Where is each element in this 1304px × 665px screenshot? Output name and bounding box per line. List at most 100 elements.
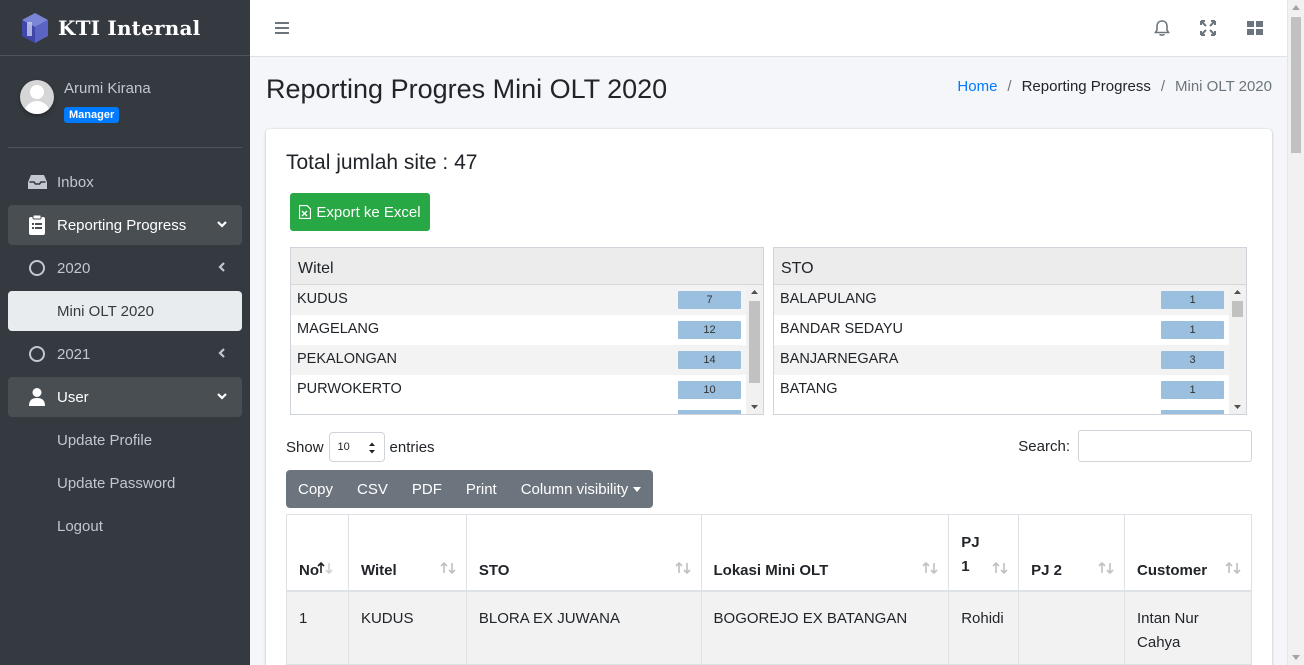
sidebar-item-mini-olt-2020[interactable]: Mini OLT 2020 [8, 291, 242, 331]
column-header-sto[interactable]: STO [465, 514, 702, 592]
sidebar-item-update-password[interactable]: Update Password [8, 463, 242, 503]
chevron-left-icon [218, 348, 225, 358]
table-row[interactable]: 1 KUDUS BLORA EX JUWANA BOGOREJO EX BATA… [286, 590, 1252, 665]
page-scrollbar[interactable] [1287, 0, 1304, 665]
column-label: Witel [360, 561, 397, 579]
sidebar: KTI Internal Arumi Kirana Manager Inbox … [0, 0, 250, 665]
copy-button[interactable]: Copy [286, 470, 345, 508]
sort-icon [674, 561, 691, 574]
sidebar-item-update-profile[interactable]: Update Profile [8, 420, 242, 460]
cell-witel: KUDUS [347, 590, 467, 665]
column-label: PJ 2 [1031, 561, 1063, 579]
list-item[interactable]: BANDAR SEDAYU 1 [774, 315, 1246, 345]
export-excel-button[interactable]: Export ke Excel [290, 193, 430, 231]
sidebar-item-inbox[interactable]: Inbox [8, 162, 242, 202]
search-input[interactable] [1078, 430, 1252, 462]
witel-list-title: Witel [291, 248, 763, 285]
list-item[interactable]: KUDUS 7 [291, 285, 763, 315]
scroll-down-icon[interactable] [1229, 402, 1246, 412]
sidebar-item-2021[interactable]: 2021 [8, 334, 242, 374]
chevron-down-icon [217, 221, 227, 228]
breadcrumb: Home / Reporting Progress / Mini OLT 202… [957, 78, 1272, 95]
cell-no: 1 [286, 590, 349, 665]
column-header-customer[interactable]: Customer [1124, 514, 1252, 592]
count-badge: 1 [1161, 291, 1224, 309]
sidebar-item-label: Mini OLT 2020 [57, 302, 154, 320]
count-badge: 14 [678, 351, 741, 369]
column-label: Lokasi Mini OLT [713, 561, 829, 579]
content-header: Reporting Progres Mini OLT 2020 Home / R… [266, 72, 1272, 112]
count-badge: 10 [678, 381, 741, 399]
fullscreen-icon[interactable] [1198, 18, 1218, 38]
user-panel: Arumi Kirana Manager [8, 56, 242, 148]
cell-lokasi: BOGOREJO EX BATANGAN [700, 590, 950, 665]
sidebar-item-logout[interactable]: Logout [8, 506, 242, 546]
sto-list-scrollbar[interactable] [1229, 285, 1246, 414]
sort-icon [1225, 561, 1241, 574]
scroll-up-icon[interactable] [746, 287, 763, 297]
bell-icon[interactable] [1152, 18, 1172, 38]
count-badge: 1 [1161, 381, 1224, 399]
column-header-pj1[interactable]: PJ 1 [948, 514, 1020, 592]
breadcrumb-reporting-progress: Reporting Progress [1021, 78, 1151, 95]
cell-customer: Intan Nur Cahya [1124, 590, 1252, 665]
cube-logo-icon [22, 12, 48, 43]
scroll-down-icon[interactable] [746, 402, 763, 412]
page-length-control: Show 10 entries [286, 432, 435, 462]
data-table: No Witel STO Lokasi Mini OLT PJ 1 PJ 2 C… [286, 514, 1252, 665]
csv-button[interactable]: CSV [345, 470, 400, 508]
scroll-up-icon[interactable] [1229, 287, 1246, 297]
sto-filter-list[interactable]: STO BALAPULANG 1 BANDAR SEDAYU 1 BANJARN… [773, 247, 1247, 415]
list-item[interactable]: PEKALONGAN 14 [291, 345, 763, 375]
column-visibility-label: Column visibility [520, 480, 629, 498]
show-label: Show [286, 438, 324, 456]
print-button[interactable]: Print [454, 470, 509, 508]
sidebar-nav: Inbox Reporting Progress 2020 Mini OLT 2… [0, 162, 250, 546]
witel-label: PEKALONGAN [297, 351, 397, 367]
column-visibility-button[interactable]: Column visibility [509, 470, 654, 508]
hamburger-menu-icon[interactable] [272, 18, 292, 38]
report-card: Total jumlah site : 47 Export ke Excel W… [266, 129, 1272, 665]
sto-label: BANJARNEGARA [780, 351, 899, 367]
sidebar-item-label: Reporting Progress [57, 216, 187, 234]
sto-label: BANDAR SEDAYU [780, 321, 904, 337]
select-arrows-icon [368, 442, 375, 454]
column-header-witel[interactable]: Witel [347, 514, 467, 592]
list-item[interactable]: PURWOKERTO 10 [291, 375, 763, 405]
top-navbar [250, 0, 1287, 57]
list-item[interactable]: BATANG 1 [774, 375, 1246, 405]
witel-list-scrollbar[interactable] [746, 285, 763, 414]
brand-name: KTI Internal [58, 15, 201, 40]
sidebar-item-label: Logout [57, 517, 103, 535]
role-badge: Manager [64, 107, 120, 123]
sto-label: BALAPULANG [780, 291, 877, 307]
list-item[interactable]: MAGELANG 12 [291, 315, 763, 345]
column-header-lokasi[interactable]: Lokasi Mini OLT [700, 514, 950, 592]
avatar[interactable] [20, 80, 54, 114]
column-header-pj2[interactable]: PJ 2 [1018, 514, 1126, 592]
cell-pj1: Rohidi [948, 590, 1020, 665]
sidebar-item-user[interactable]: User [8, 377, 242, 417]
sidebar-item-label: Inbox [57, 173, 94, 191]
scrollbar-thumb[interactable] [1291, 17, 1301, 153]
grid-layout-icon[interactable] [1245, 18, 1265, 38]
table-search: Search: [1018, 430, 1252, 462]
sidebar-item-2020[interactable]: 2020 [8, 248, 242, 288]
list-item[interactable]: BANJARNEGARA 3 [774, 345, 1246, 375]
brand-link[interactable]: KTI Internal [0, 0, 250, 56]
export-button-group: Copy CSV PDF Print Column visibility [286, 470, 654, 508]
witel-filter-list[interactable]: Witel KUDUS 7 MAGELANG 12 PEKALONGAN 14 … [290, 247, 764, 415]
sidebar-item-label: Update Profile [57, 431, 153, 449]
sidebar-item-reporting-progress[interactable]: Reporting Progress [8, 205, 242, 245]
user-name[interactable]: Arumi Kirana [64, 80, 151, 97]
sort-ascending-icon [317, 561, 333, 574]
page-length-select[interactable]: 10 [328, 432, 385, 462]
entries-label: entries [389, 438, 435, 456]
breadcrumb-current: Mini OLT 2020 [1175, 78, 1272, 95]
breadcrumb-separator: / [1007, 78, 1012, 95]
breadcrumb-home-link[interactable]: Home [957, 78, 997, 95]
search-label: Search: [1018, 437, 1070, 455]
list-item[interactable]: BALAPULANG 1 [774, 285, 1246, 315]
pdf-button[interactable]: PDF [400, 470, 454, 508]
column-header-no[interactable]: No [286, 514, 349, 592]
